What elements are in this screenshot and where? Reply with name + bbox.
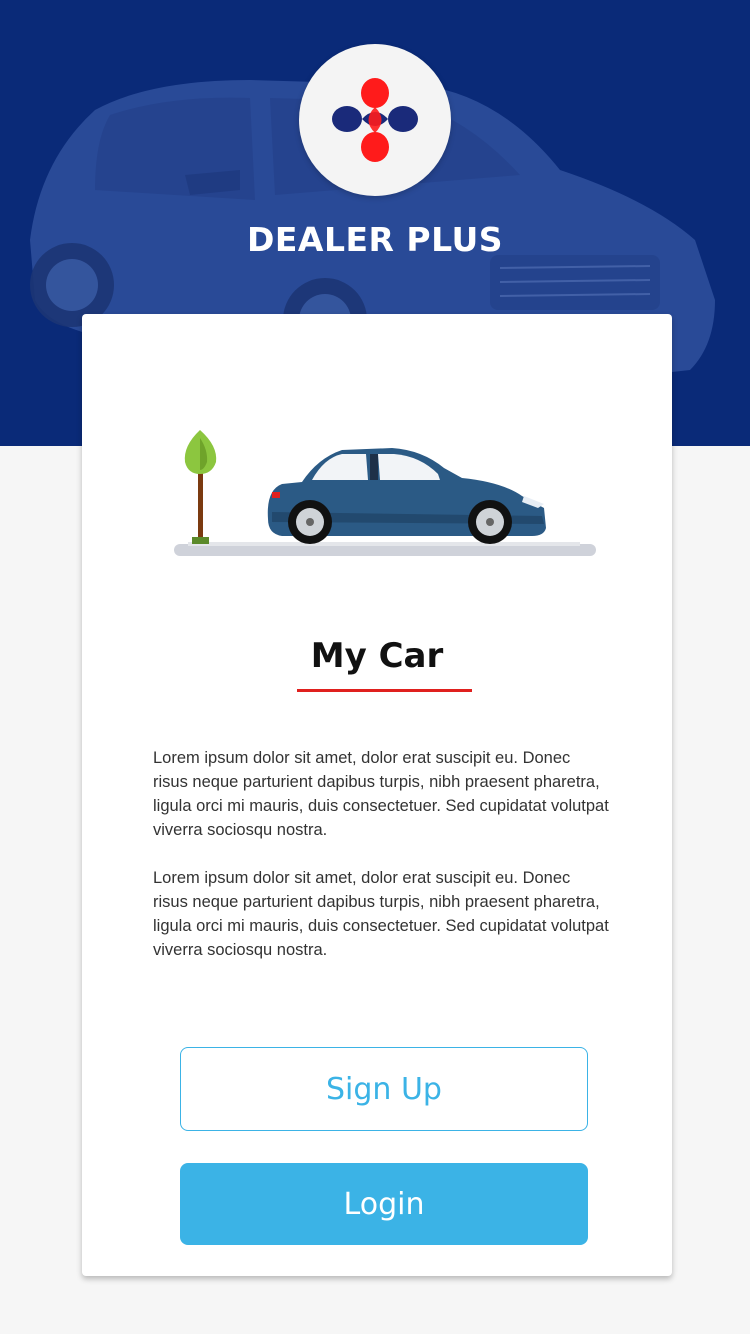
title-underline	[297, 689, 472, 692]
description-paragraph-1: Lorem ipsum dolor sit amet, dolor erat s…	[153, 749, 609, 839]
brand-name: DEALER PLUS	[246, 220, 504, 259]
sign-up-button[interactable]: Sign Up	[180, 1047, 588, 1131]
car-illustration-icon	[174, 430, 596, 556]
card-title: My Car	[310, 636, 444, 676]
description-paragraph-2: Lorem ipsum dolor sit amet, dolor erat s…	[153, 869, 609, 959]
login-button[interactable]: Login	[180, 1163, 588, 1245]
info-card: My Car Lorem ipsum dolor sit amet, dolor…	[82, 314, 672, 1276]
brand-logo	[299, 44, 451, 196]
dealer-plus-logo-icon	[332, 78, 418, 162]
